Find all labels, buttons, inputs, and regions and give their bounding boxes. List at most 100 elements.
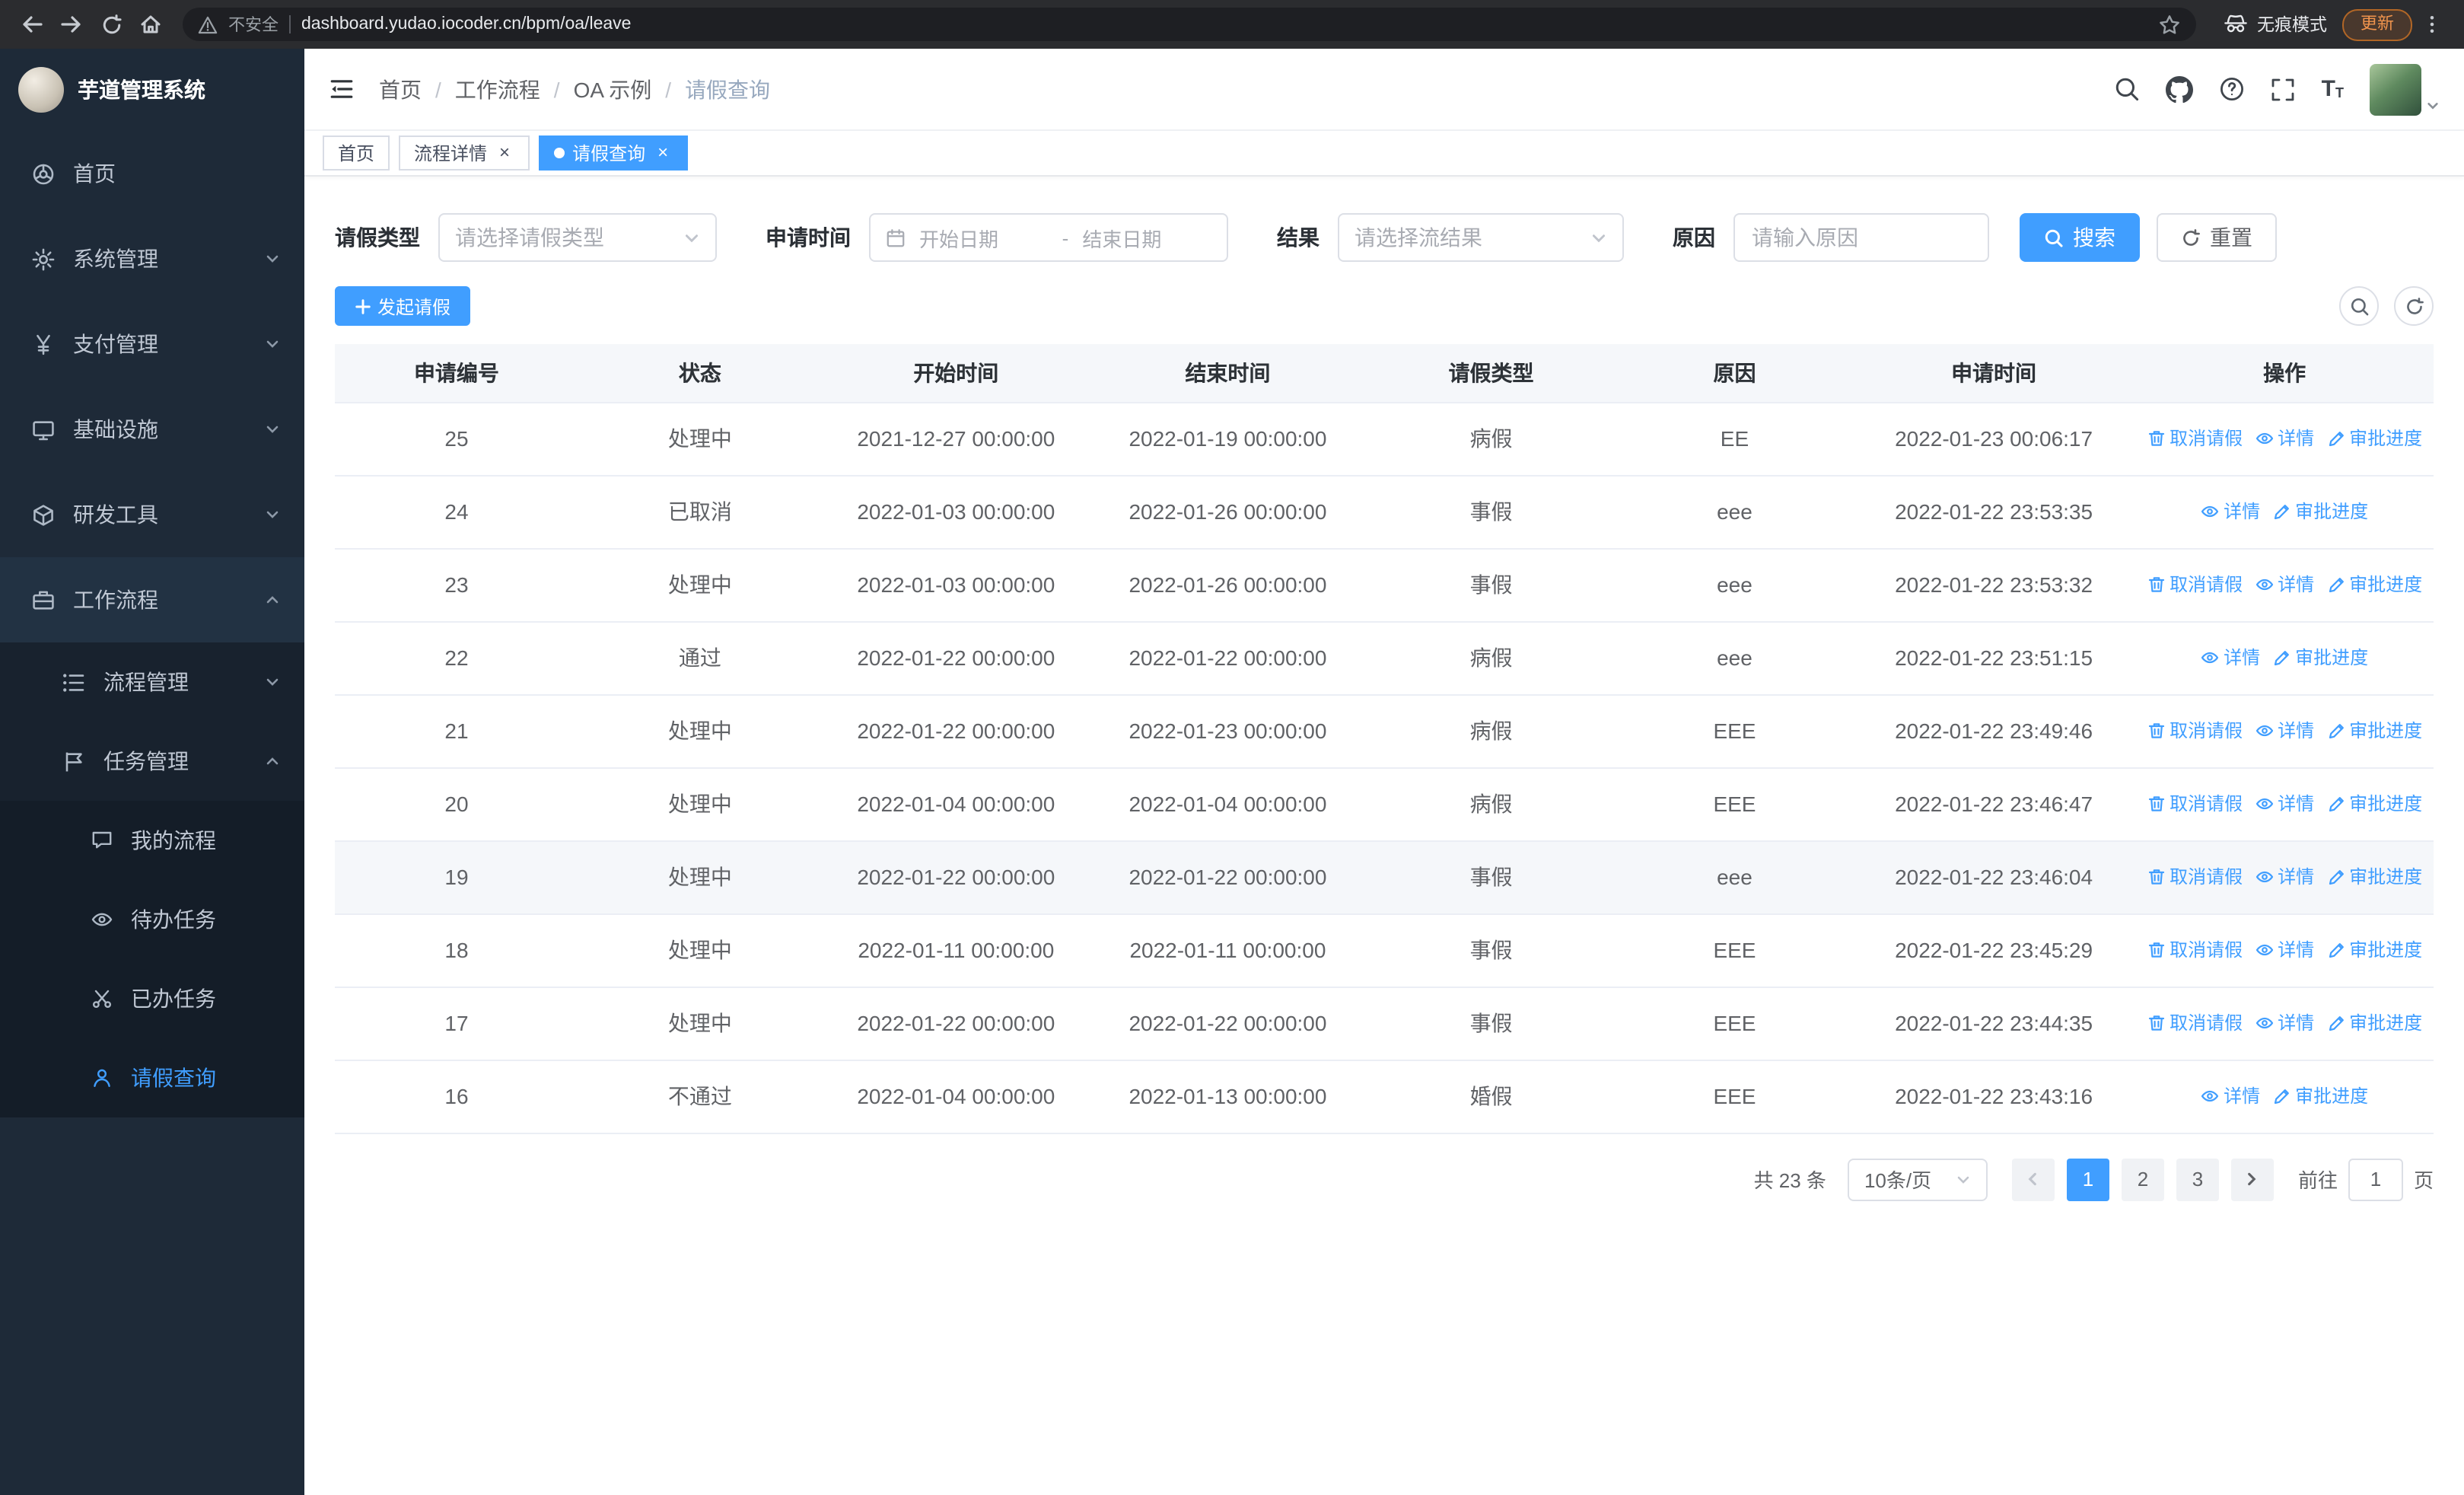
approval-progress-action[interactable]: 审批进度 xyxy=(2272,645,2368,671)
select-placeholder: 请选择流结果 xyxy=(1355,225,1482,250)
collapse-sidebar-icon[interactable] xyxy=(329,76,355,102)
user-menu[interactable] xyxy=(2370,63,2440,115)
cancel-leave-action[interactable]: 取消请假 xyxy=(2147,864,2243,890)
sidebar-item-todo-tasks[interactable]: 待办任务 xyxy=(0,880,304,959)
apply-time-range-picker[interactable]: 开始日期 - 结束日期 xyxy=(869,213,1228,262)
cancel-leave-action[interactable]: 取消请假 xyxy=(2147,791,2243,817)
approval-progress-action[interactable]: 审批进度 xyxy=(2272,1083,2368,1109)
browser-reload-icon[interactable] xyxy=(91,5,131,44)
update-button[interactable]: 更新 xyxy=(2342,8,2412,40)
close-tab-icon[interactable]: × xyxy=(495,143,514,163)
sidebar-item-done-tasks[interactable]: 已办任务 xyxy=(0,959,304,1038)
font-size-icon[interactable]: TT xyxy=(2322,78,2344,100)
sidebar-item-task-mgmt[interactable]: 任务管理 xyxy=(0,722,304,801)
cancel-leave-action[interactable]: 取消请假 xyxy=(2147,426,2243,451)
page-button-2[interactable]: 2 xyxy=(2121,1158,2164,1200)
sidebar-item-devtools[interactable]: 研发工具 xyxy=(0,472,304,557)
table-row: 19 处理中 2022-01-22 00:00:00 2022-01-22 00:00… xyxy=(335,840,2434,914)
sidebar-item-system[interactable]: 系统管理 xyxy=(0,216,304,301)
prev-page-button[interactable] xyxy=(2011,1158,2055,1200)
reason-input[interactable] xyxy=(1733,213,1989,262)
sidebar-item-home[interactable]: 首页 xyxy=(0,131,304,216)
close-tab-icon[interactable]: × xyxy=(653,143,673,163)
detail-action[interactable]: 详情 xyxy=(2255,718,2314,744)
detail-action[interactable]: 详情 xyxy=(2201,645,2260,671)
browser-back-icon[interactable] xyxy=(12,5,52,44)
search-icon xyxy=(2350,297,2368,315)
detail-action[interactable]: 详情 xyxy=(2255,572,2314,598)
search-icon xyxy=(2045,228,2063,247)
tab-process-detail[interactable]: 流程详情 × xyxy=(399,135,530,171)
sidebar-item-payment[interactable]: 支付管理 xyxy=(0,301,304,387)
search-icon[interactable] xyxy=(2115,76,2141,102)
detail-action[interactable]: 详情 xyxy=(2255,864,2314,890)
detail-action[interactable]: 详情 xyxy=(2255,937,2314,963)
next-page-button[interactable] xyxy=(2230,1158,2274,1200)
result-select[interactable]: 请选择流结果 xyxy=(1338,213,1624,262)
page-size-select[interactable]: 10条/页 xyxy=(1847,1158,1988,1200)
sidebar-item-my-process[interactable]: 我的流程 xyxy=(0,801,304,880)
approval-progress-action[interactable]: 审批进度 xyxy=(2326,1010,2422,1036)
breadcrumb-item-workflow[interactable]: 工作流程 xyxy=(455,74,540,104)
sidebar-item-leave-query[interactable]: 请假查询 xyxy=(0,1038,304,1117)
detail-action[interactable]: 详情 xyxy=(2201,1083,2260,1109)
sidebar-item-process-mgmt[interactable]: 流程管理 xyxy=(0,642,304,722)
cell-reason: EEE xyxy=(1617,987,1852,1060)
approval-progress-action[interactable]: 审批进度 xyxy=(2272,499,2368,524)
tags-view: 首页 流程详情 × 请假查询 × xyxy=(304,131,2464,177)
approval-progress-action[interactable]: 审批进度 xyxy=(2326,718,2422,744)
browser-forward-icon[interactable] xyxy=(52,5,91,44)
search-button[interactable]: 搜索 xyxy=(2020,213,2140,262)
eye-icon xyxy=(2201,652,2219,663)
cell-start-time: 2022-01-11 00:00:00 xyxy=(821,913,1090,987)
sidebar-item-infra[interactable]: 基础设施 xyxy=(0,387,304,472)
end-date-placeholder: 结束日期 xyxy=(1082,228,1162,250)
incognito-icon xyxy=(2224,12,2248,37)
github-icon[interactable] xyxy=(2166,75,2194,103)
cancel-leave-action[interactable]: 取消请假 xyxy=(2147,572,2243,598)
eye-icon xyxy=(2255,725,2273,736)
approval-progress-action[interactable]: 审批进度 xyxy=(2326,937,2422,963)
page-button-1[interactable]: 1 xyxy=(2066,1158,2109,1200)
table-row: 25 处理中 2021-12-27 00:00:00 2022-01-19 00:00… xyxy=(335,402,2434,476)
tab-home[interactable]: 首页 xyxy=(323,135,390,171)
address-bar[interactable]: 不安全 dashboard.yudao.iocoder.cn/bpm/oa/le… xyxy=(183,8,2196,41)
sidebar-item-workflow[interactable]: 工作流程 xyxy=(0,557,304,642)
app-logo[interactable]: 芋道管理系统 xyxy=(0,49,304,131)
tab-leave-query[interactable]: 请假查询 × xyxy=(539,135,689,171)
cancel-leave-action[interactable]: 取消请假 xyxy=(2147,718,2243,744)
approval-progress-action[interactable]: 审批进度 xyxy=(2326,426,2422,451)
chevron-down-icon xyxy=(1590,229,1607,246)
cell-reason: eee xyxy=(1617,840,1852,914)
detail-action[interactable]: 详情 xyxy=(2255,1010,2314,1036)
breadcrumb-item-oa-example[interactable]: OA 示例 xyxy=(574,74,652,104)
toggle-search-button[interactable] xyxy=(2339,286,2379,326)
help-icon[interactable] xyxy=(2220,76,2246,102)
page-button-3[interactable]: 3 xyxy=(2176,1158,2219,1200)
cancel-leave-action[interactable]: 取消请假 xyxy=(2147,937,2243,963)
fullscreen-icon[interactable] xyxy=(2271,77,2296,101)
detail-action[interactable]: 详情 xyxy=(2255,426,2314,451)
result-label: 结果 xyxy=(1277,225,1320,250)
select-placeholder: 请选择请假类型 xyxy=(455,225,604,250)
bookmark-star-icon[interactable] xyxy=(2158,13,2181,36)
detail-action[interactable]: 详情 xyxy=(2255,791,2314,817)
url-text[interactable]: dashboard.yudao.iocoder.cn/bpm/oa/leave xyxy=(301,15,2147,33)
approval-progress-action[interactable]: 审批进度 xyxy=(2326,864,2422,890)
cell-leave-type: 病假 xyxy=(1365,621,1618,695)
reset-button[interactable]: 重置 xyxy=(2157,213,2277,262)
create-leave-button[interactable]: 发起请假 xyxy=(335,286,471,326)
cancel-leave-action[interactable]: 取消请假 xyxy=(2147,1010,2243,1036)
cell-actions: 详情 审批进度 xyxy=(2135,475,2434,549)
table-row: 22 通过 2022-01-22 00:00:00 2022-01-22 00:00:… xyxy=(335,621,2434,695)
breadcrumb-item-home[interactable]: 首页 xyxy=(379,74,422,104)
refresh-table-button[interactable] xyxy=(2394,286,2434,326)
approval-progress-action[interactable]: 审批进度 xyxy=(2326,791,2422,817)
leave-type-select[interactable]: 请选择请假类型 xyxy=(438,213,717,262)
table-row: 20 处理中 2022-01-04 00:00:00 2022-01-04 00:00… xyxy=(335,767,2434,841)
goto-page-input[interactable] xyxy=(2348,1158,2403,1200)
browser-menu-icon[interactable] xyxy=(2412,5,2452,44)
approval-progress-action[interactable]: 审批进度 xyxy=(2326,572,2422,598)
browser-home-icon[interactable] xyxy=(131,5,170,44)
detail-action[interactable]: 详情 xyxy=(2201,499,2260,524)
